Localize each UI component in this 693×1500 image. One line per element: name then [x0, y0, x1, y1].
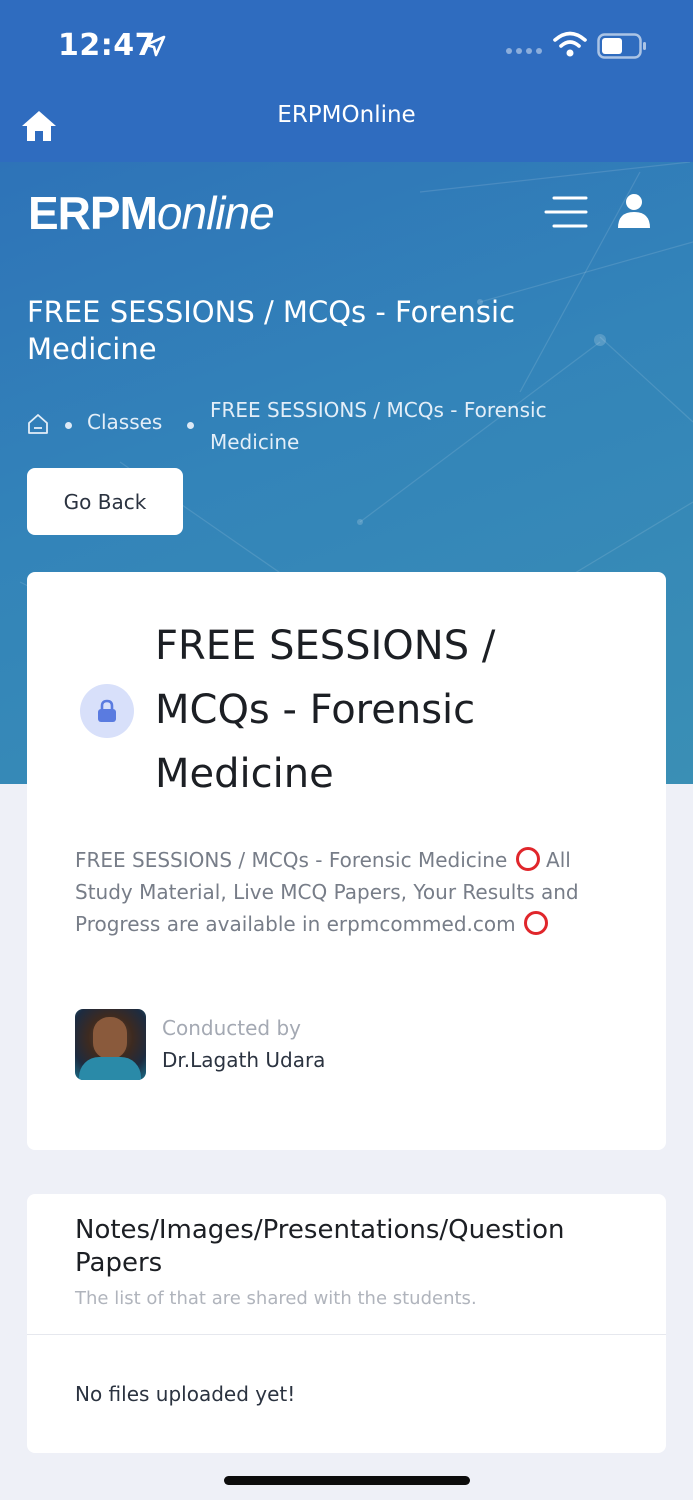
breadcrumb-current: FREE SESSIONS / MCQs - Forensic Medicine: [210, 398, 547, 454]
home-indicator[interactable]: [224, 1476, 470, 1485]
conducted-by-label: Conducted by: [162, 1016, 301, 1040]
status-bar: 12:47: [0, 0, 693, 90]
battery-icon: [597, 33, 646, 59]
go-back-button[interactable]: Go Back: [27, 468, 183, 535]
divider: [27, 1334, 666, 1335]
location-arrow-icon: [144, 35, 166, 57]
files-card: Notes/Images/Presentations/Question Pape…: [27, 1194, 666, 1453]
nav-bar: ERPMOnline: [0, 90, 693, 162]
class-title: FREE SESSIONS / MCQs - Forensic Medicine: [155, 623, 496, 797]
breadcrumb-classes[interactable]: Classes: [87, 410, 162, 434]
breadcrumb-separator: [187, 422, 194, 429]
lock-badge: [80, 684, 134, 738]
empty-state-message: No files uploaded yet!: [75, 1382, 296, 1406]
cellular-signal-icon: [506, 48, 542, 54]
nav-title: ERPMOnline: [277, 102, 416, 128]
class-card: FREE SESSIONS / MCQs - Forensic Medicine…: [27, 572, 666, 1150]
user-icon[interactable]: [616, 192, 652, 230]
erpm-logo: ERPMonline: [28, 187, 275, 239]
red-circle-icon: [523, 911, 548, 935]
conductor-name: Dr.Lagath Udara: [162, 1048, 326, 1072]
class-description: FREE SESSIONS / MCQs - Forensic Medicine…: [75, 847, 579, 936]
avatar: [75, 1009, 146, 1080]
files-subtitle: The list of that are shared with the stu…: [75, 1288, 477, 1309]
page-title: FREE SESSIONS / MCQs - Forensic Medicine: [27, 295, 516, 366]
wifi-icon: [553, 31, 587, 57]
menu-icon[interactable]: [544, 194, 588, 230]
red-circle-icon: [515, 847, 540, 871]
breadcrumb-separator: [65, 422, 72, 429]
breadcrumb-home-icon[interactable]: [26, 412, 50, 436]
files-title: Notes/Images/Presentations/Question Pape…: [75, 1215, 565, 1278]
lock-icon: [98, 699, 116, 722]
